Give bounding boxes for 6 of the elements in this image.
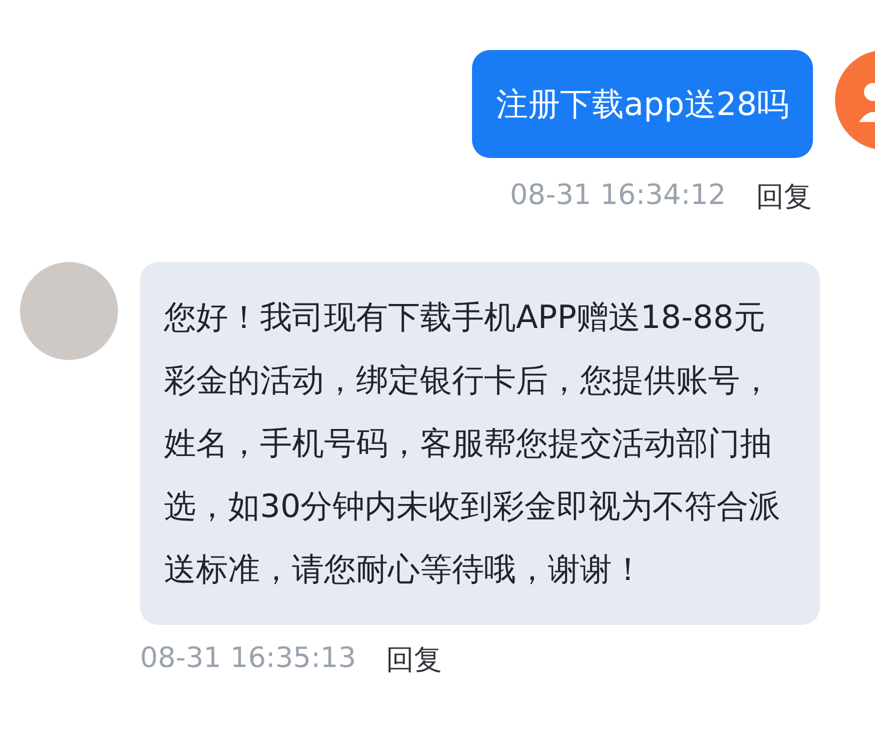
- reply-link[interactable]: 回复: [756, 178, 812, 216]
- message-bubble: 您好！我司现有下载手机APP赠送18-88元彩金的活动，绑定银行卡后，您提供账号，姓名，手机号码，客服帮您提交活动部门抽选，如30分钟内未收到彩金即视为不符合派送标准，请您耐心等待哦，谢谢！: [140, 262, 820, 625]
- message-timestamp: 08-31 16:35:13: [140, 641, 356, 676]
- message-timestamp: 08-31 16:34:12: [510, 178, 726, 213]
- reply-link[interactable]: 回复: [386, 641, 442, 679]
- message-bubble: 注册下载app送28吗: [472, 50, 813, 158]
